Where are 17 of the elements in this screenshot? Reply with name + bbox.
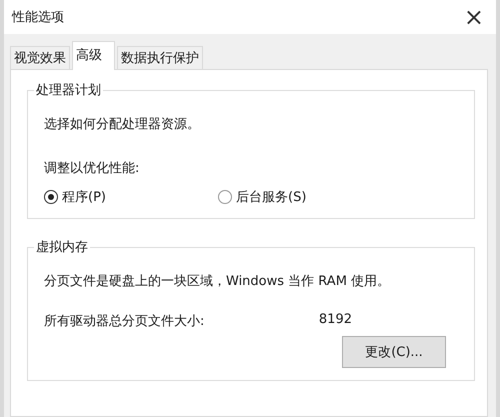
group-title: 虚拟内存 — [34, 238, 90, 256]
radio-label[interactable]: 程序(P) — [62, 188, 106, 206]
close-icon[interactable]: × — [460, 5, 488, 29]
description: 分页文件是硬盘上的一块区域，Windows 当作 RAM 使用。 — [44, 273, 392, 290]
paging-size-value: 8192 — [318, 312, 352, 329]
prompt-label: 调整以优化性能: — [44, 160, 140, 177]
tab[interactable]: 视觉效果 — [10, 46, 70, 69]
change-button[interactable]: 更改(C)... — [342, 336, 446, 368]
radio-button[interactable] — [218, 190, 232, 204]
group-title: 处理器计划 — [34, 81, 103, 99]
window-title: 性能选项 — [12, 9, 64, 26]
tab[interactable]: 数据执行保护 — [117, 46, 203, 69]
radio-label[interactable]: 后台服务(S) — [236, 188, 306, 206]
paging-size-label: 所有驱动器总分页文件大小: — [44, 313, 204, 330]
description: 选择如何分配处理器资源。 — [44, 116, 201, 133]
tab[interactable]: 高级 — [72, 41, 115, 70]
radio-button[interactable] — [44, 190, 58, 204]
